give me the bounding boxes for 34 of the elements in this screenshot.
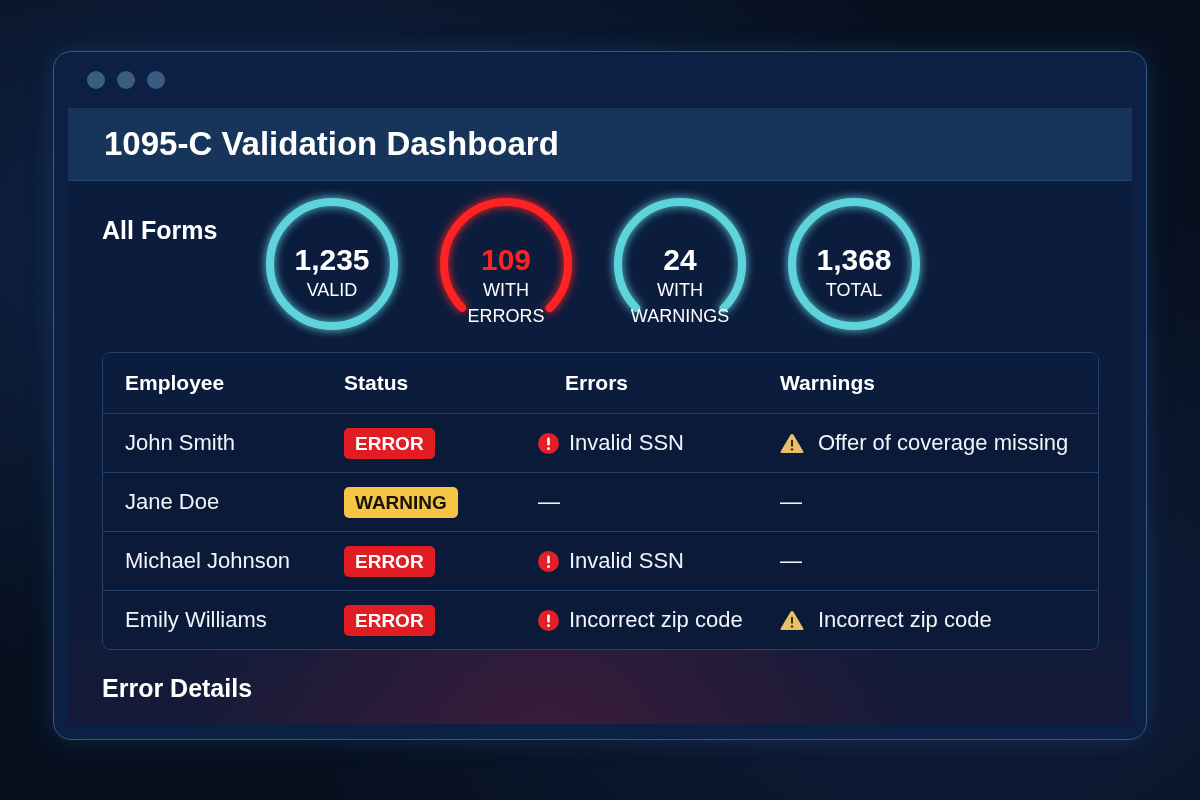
column-header: Errors [564,371,630,395]
status-badge: WARNING [344,486,458,518]
column-header: Warnings [779,371,876,395]
status-badge: ERROR [344,545,435,577]
window-dot-icon [87,71,105,89]
status-badge: ERROR [344,604,435,636]
table-cell: Invalid SSN [569,430,684,456]
table-cell-text: John Smith [124,430,237,456]
table-cell: Offer of coverage missing [818,430,1069,456]
table-cell-text: Jane Doe [124,489,221,515]
table-cell-text: Michael Johnson [124,548,292,574]
stat-label: VALID [306,279,358,302]
table-cell: Invalid SSN [569,548,684,574]
stat-value: 109 [480,243,532,277]
stat-label: WITH WARNINGS [630,279,730,328]
status-badge: ERROR [344,427,435,459]
window-dot-icon [147,71,165,89]
table-cell: — [538,489,560,515]
section-heading: All Forms [102,215,219,245]
stat-value: 24 [663,243,697,277]
section-heading: Error Details [102,673,254,703]
table-cell-text: Emily Williams [124,607,268,633]
stat-label: WITH ERRORS [467,279,545,328]
stat-value: 1,235 [294,243,370,277]
table-cell: — [780,489,802,515]
table-cell: Incorrect zip code [569,607,743,633]
column-header: Employee [124,371,226,395]
stat-label: TOTAL [825,279,883,302]
stat-value: 1,368 [816,243,892,277]
dashboard-title: 1095-C Validation Dashboard [104,125,559,163]
column-header: Status [343,371,410,395]
table-cell: Incorrect zip code [818,607,992,633]
window-dot-icon [117,71,135,89]
table-cell: — [780,548,802,574]
